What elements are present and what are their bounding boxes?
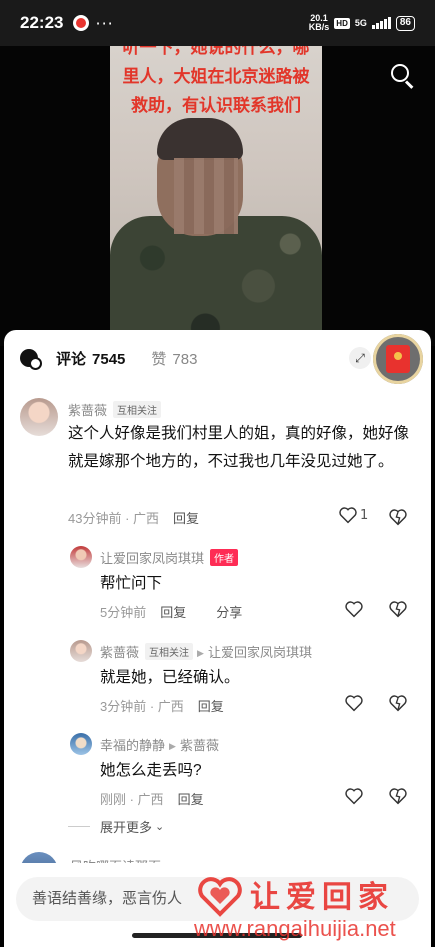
avatar[interactable] bbox=[20, 398, 58, 436]
panel-header: 评论 7545 赞 783 ⤢ bbox=[4, 330, 431, 386]
reply-text: 她怎么走丢吗? bbox=[100, 762, 202, 779]
reply-button[interactable]: 回复 bbox=[198, 699, 224, 714]
person-hair bbox=[157, 118, 243, 160]
reply-author-name: 让爱回家凤岗琪琪 bbox=[100, 551, 205, 566]
like-button[interactable]: 1 bbox=[338, 506, 368, 524]
status-bar: 22:23 ··· 20.1 KB/s HD 5G 86 bbox=[0, 0, 435, 46]
reply-meta: 3分钟前 · 广西 回复 bbox=[100, 696, 224, 715]
share-button[interactable]: 分享 bbox=[216, 605, 242, 620]
expand-more-divider bbox=[68, 826, 90, 827]
red-packet-icon[interactable] bbox=[373, 334, 423, 384]
dislike-icon[interactable] bbox=[388, 508, 408, 526]
reply-time: 5分钟前 bbox=[100, 605, 147, 620]
tab-likes[interactable]: 赞 783 bbox=[151, 348, 197, 369]
signal-icon bbox=[371, 17, 391, 29]
reply-time: 3分钟前 · 广西 bbox=[100, 699, 184, 714]
tab-likes-label: 赞 bbox=[151, 350, 167, 368]
mutual-follow-badge: 互相关注 bbox=[145, 643, 194, 660]
reply-author-name: 紫蔷薇 bbox=[100, 645, 140, 660]
reply-author[interactable]: 幸福的静静 ▶ 紫蔷薇 bbox=[100, 735, 219, 754]
status-more: ··· bbox=[95, 13, 114, 33]
avatar[interactable] bbox=[70, 733, 92, 755]
video-player[interactable]: 听一下，她说的什么，哪里人，大姐在北京迷路被救助，有认识联系我们 bbox=[0, 46, 435, 346]
reply-arrow-icon: ▶ bbox=[197, 648, 204, 658]
face-mosaic bbox=[174, 158, 238, 234]
comment-meta: 43分钟前 · 广西 回复 bbox=[68, 508, 199, 527]
reply-text: 就是她，已经确认。 bbox=[100, 669, 240, 686]
watermark: 让爱回家 www.rangaihuijia.net bbox=[192, 866, 435, 946]
comment-author-name: 紫蔷薇 bbox=[68, 403, 108, 418]
heart-icon[interactable] bbox=[344, 600, 364, 618]
comment-time: 43分钟前 · 广西 bbox=[68, 511, 160, 526]
watermark-title: 让爱回家 bbox=[250, 880, 394, 915]
tab-likes-count: 783 bbox=[172, 350, 198, 368]
status-indicators: 20.1 KB/s HD 5G 86 bbox=[309, 14, 415, 32]
avatar[interactable] bbox=[70, 640, 92, 662]
reply-arrow-icon: ▶ bbox=[169, 741, 176, 751]
chevron-down-icon: ⌄ bbox=[155, 821, 165, 833]
reply-author-name: 幸福的静静 bbox=[100, 738, 166, 753]
dislike-icon[interactable] bbox=[388, 787, 408, 805]
dislike-icon[interactable] bbox=[388, 694, 408, 712]
reply-meta: 5分钟前 回复 分享 bbox=[100, 602, 242, 621]
video-caption: 听一下，她说的什么，哪里人，大姐在北京迷路被救助，有认识联系我们 bbox=[122, 46, 310, 116]
author-badge: 作者 bbox=[210, 549, 239, 566]
app-notification-icon bbox=[73, 15, 90, 31]
reply-author[interactable]: 让爱回家凤岗琪琪 作者 bbox=[100, 548, 239, 567]
reply-text: 帮忙问下 bbox=[100, 575, 163, 592]
comment-bubble-icon bbox=[20, 349, 42, 370]
tab-comments-label: 评论 bbox=[56, 350, 87, 368]
network-speed-unit: KB/s bbox=[308, 22, 330, 32]
hd-badge: HD bbox=[334, 17, 350, 29]
heart-icon[interactable] bbox=[344, 694, 364, 712]
video-frame: 听一下，她说的什么，哪里人，大姐在北京迷路被救助，有认识联系我们 bbox=[110, 46, 322, 346]
battery-indicator: 86 bbox=[395, 15, 415, 31]
watermark-url: www.rangaihuijia.net bbox=[194, 916, 396, 941]
reply-to-name[interactable]: 紫蔷薇 bbox=[180, 738, 219, 753]
status-time: 22:23 bbox=[20, 13, 64, 32]
like-count: 1 bbox=[360, 507, 369, 523]
comment-panel: 评论 7545 赞 783 ⤢ 紫蔷薇 互相关注 这个人好像是我们村里人的姐，真的好像… bbox=[4, 330, 431, 947]
reply-button[interactable]: 回复 bbox=[160, 605, 186, 620]
reply-meta: 刚刚 · 广西 回复 bbox=[100, 789, 204, 808]
mutual-follow-badge: 互相关注 bbox=[113, 401, 162, 418]
avatar[interactable] bbox=[70, 546, 92, 568]
reply-time: 刚刚 · 广西 bbox=[100, 792, 164, 807]
comment-author[interactable]: 紫蔷薇 互相关注 bbox=[68, 400, 162, 419]
network-speed: 20.1 KB/s bbox=[309, 14, 330, 32]
comment-text: 这个人好像是我们村里人的姐，真的好像，她好像就是嫁那个地方的，不过我也几年没见过… bbox=[68, 425, 410, 470]
heart-icon[interactable] bbox=[344, 787, 364, 805]
person-body bbox=[110, 216, 322, 346]
network-type: 5G bbox=[354, 17, 367, 28]
reply-button[interactable]: 回复 bbox=[173, 511, 199, 526]
tab-comments[interactable]: 评论 7545 bbox=[56, 348, 125, 369]
expand-panel-icon[interactable]: ⤢ bbox=[349, 347, 371, 369]
search-icon[interactable] bbox=[389, 62, 417, 90]
heart-logo-icon bbox=[198, 877, 242, 917]
expand-more-replies[interactable]: 展开更多 ⌄ bbox=[68, 817, 164, 836]
expand-more-label: 展开更多 bbox=[100, 820, 153, 835]
reply-to-name[interactable]: 让爱回家凤岗琪琪 bbox=[208, 645, 312, 660]
tab-comments-count: 7545 bbox=[92, 350, 126, 368]
reply-button[interactable]: 回复 bbox=[178, 792, 204, 807]
reply-author[interactable]: 紫蔷薇 互相关注 ▶ 让爱回家凤岗琪琪 bbox=[100, 642, 312, 661]
dislike-icon[interactable] bbox=[388, 600, 408, 618]
heart-icon bbox=[339, 507, 357, 524]
